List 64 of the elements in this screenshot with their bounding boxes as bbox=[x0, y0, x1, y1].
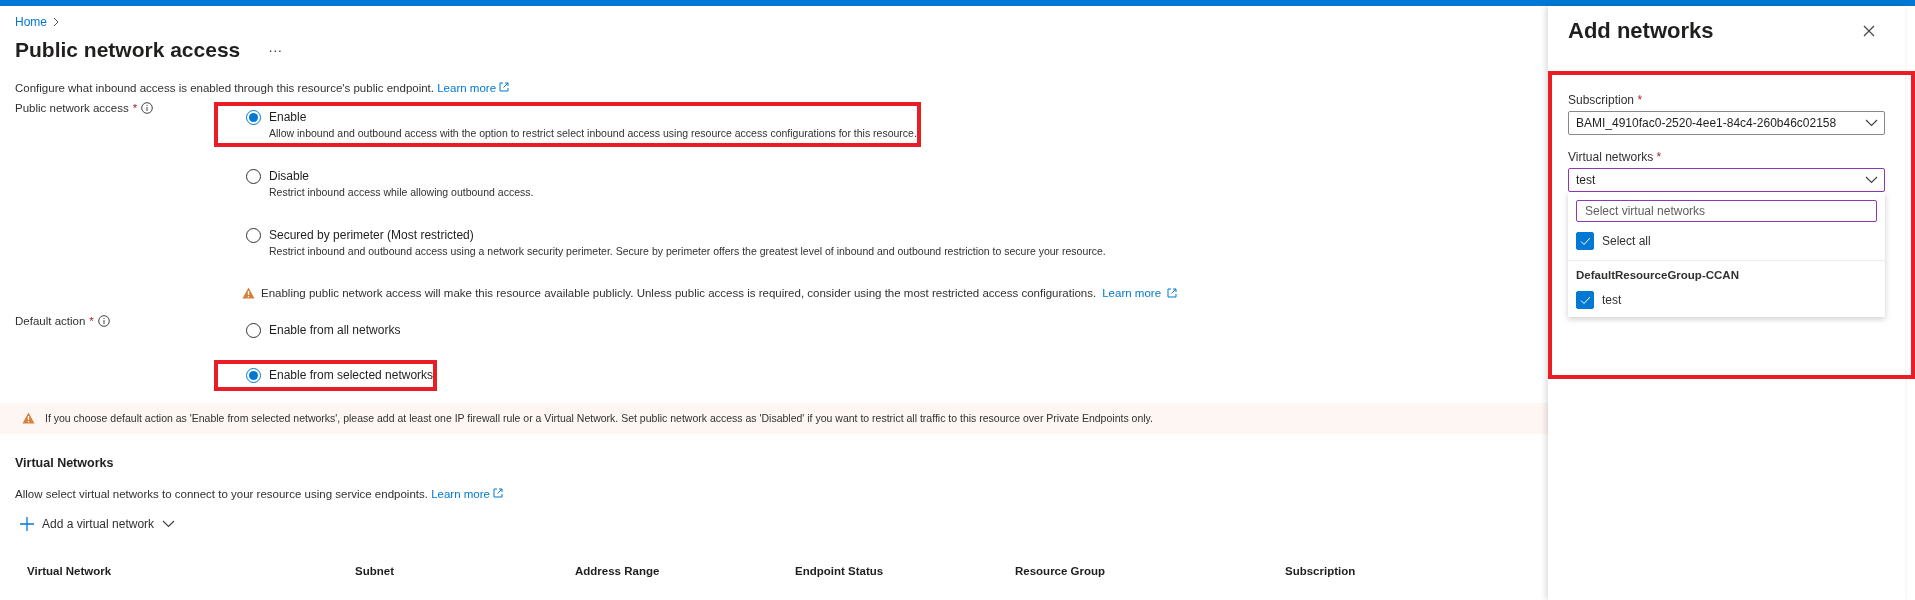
radio-button[interactable] bbox=[246, 169, 261, 184]
checkbox[interactable] bbox=[1576, 291, 1594, 309]
plus-icon bbox=[20, 517, 34, 531]
info-icon bbox=[141, 102, 154, 114]
radio-button[interactable] bbox=[246, 323, 261, 338]
warning-text: If you choose default action as 'Enable from selected networks', please add at least one IP firewall rule or a Virtual Network. Set public network access as 'Disabled' if you want to restrict all traffic to this resource over Private Endpoints only. bbox=[45, 412, 1153, 424]
radio-button[interactable] bbox=[246, 110, 261, 125]
option-label: Secured by perimeter (Most restricted) bbox=[269, 228, 475, 242]
chevron-down-icon bbox=[1865, 119, 1878, 127]
column-header: Subnet bbox=[355, 565, 395, 577]
checkbox-label: Select all bbox=[1602, 234, 1651, 248]
column-header: Endpoint Status bbox=[795, 565, 885, 577]
learn-more-link[interactable]: Learn more bbox=[431, 488, 490, 500]
column-header: Address Range bbox=[575, 565, 661, 577]
option-label: Enable from all networks bbox=[269, 323, 401, 338]
close-button[interactable] bbox=[1861, 23, 1877, 39]
external-link-icon bbox=[1167, 288, 1178, 298]
subscription-dropdown[interactable]: BAMI_4910fac0-2520-4ee1-84c4-260b46c02158 bbox=[1568, 111, 1885, 135]
description-text: Allow select virtual networks to connect to your resource using service endpoints. bbox=[15, 488, 428, 500]
more-options-button[interactable]: ··· bbox=[268, 42, 283, 58]
info-icon bbox=[97, 315, 110, 327]
external-link-icon bbox=[499, 82, 510, 92]
required-mark: * bbox=[1637, 93, 1643, 107]
checkbox-label: test bbox=[1602, 293, 1622, 307]
field-label: Default action bbox=[15, 315, 86, 327]
close-icon bbox=[1863, 25, 1875, 37]
required-mark: * bbox=[89, 315, 94, 327]
option-label: Enable from selected networks bbox=[269, 368, 434, 383]
column-header: Resource Group bbox=[1015, 565, 1107, 577]
required-mark: * bbox=[132, 102, 138, 114]
description-text: Configure what inbound access is enabled through this resource's public endpoint. bbox=[15, 82, 434, 94]
option-description: Allow inbound and outbound access with the option to restrict select inbound access using resource access configurations for this resource. bbox=[269, 127, 917, 139]
option-label: Disable bbox=[269, 169, 311, 183]
group-header: DefaultResourceGroup-CCAN bbox=[1575, 268, 1740, 281]
section-heading: Virtual Networks bbox=[15, 456, 115, 470]
checkmark-icon bbox=[1579, 236, 1591, 246]
chevron-down-icon bbox=[162, 520, 176, 528]
radio-button[interactable] bbox=[246, 228, 261, 243]
option-label: Enable bbox=[269, 110, 308, 124]
add-virtual-network-button[interactable]: Add a virtual network bbox=[20, 517, 176, 531]
page-title: Public network access bbox=[15, 38, 241, 62]
search-field[interactable]: Select virtual networks bbox=[1576, 200, 1877, 222]
option-description: Restrict inbound and outbound access using a network security perimeter. Secure by perimeter offers the greatest level of inbound and outbound restriction to secure your resource. bbox=[269, 245, 1106, 257]
checkbox[interactable] bbox=[1576, 232, 1594, 250]
warning-icon bbox=[22, 412, 35, 424]
required-mark: * bbox=[1656, 150, 1662, 164]
external-link-icon bbox=[493, 488, 504, 498]
field-label: Public network access bbox=[15, 102, 129, 114]
radio-button[interactable] bbox=[246, 368, 261, 383]
panel-title: Add networks bbox=[1568, 18, 1714, 44]
checkmark-icon bbox=[1579, 295, 1591, 305]
breadcrumb-link[interactable]: Home bbox=[15, 15, 47, 29]
column-header: Subscription bbox=[1285, 565, 1357, 577]
warning-text: Enabling public network access will make this resource available publicly. Unless public access is required, consider using the most restricted access configurations. bbox=[261, 287, 1097, 299]
chevron-down-icon bbox=[1865, 176, 1878, 184]
learn-more-link[interactable]: Learn more bbox=[1102, 287, 1162, 299]
field-label: Subscription bbox=[1568, 93, 1635, 107]
chevron-right-icon bbox=[53, 17, 59, 27]
virtual-networks-dropdown[interactable]: test bbox=[1568, 168, 1885, 192]
warning-icon bbox=[242, 287, 255, 299]
column-header: Virtual Network bbox=[27, 565, 113, 577]
field-label: Virtual networks bbox=[1568, 150, 1654, 164]
option-description: Restrict inbound access while allowing outbound access. bbox=[269, 186, 534, 198]
learn-more-link[interactable]: Learn more bbox=[437, 82, 497, 94]
